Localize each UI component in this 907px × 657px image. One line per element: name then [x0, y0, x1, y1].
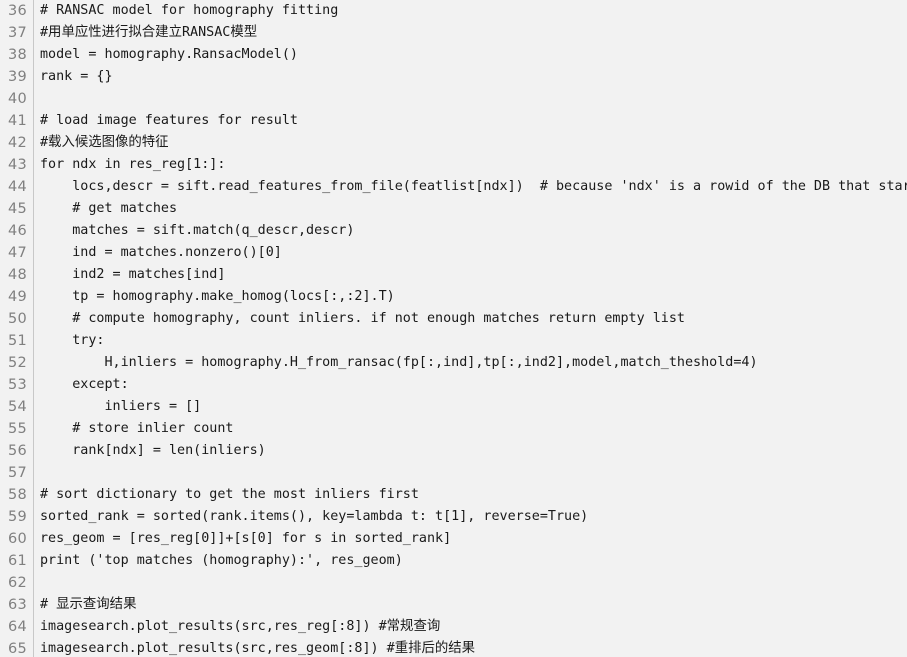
code-line[interactable]: 58 # sort dictionary to get the most inli… [0, 484, 907, 506]
line-number: 46 [7, 223, 27, 239]
line-number: 43 [7, 157, 27, 173]
code-lines-container: 36 # RANSAC model for homography fitting 3… [0, 0, 907, 657]
line-content[interactable]: # get matches [40, 198, 177, 220]
line-number: 59 [7, 509, 27, 525]
line-content[interactable]: rank = {} [40, 66, 113, 88]
code-line[interactable]: 49 tp = homography.make_homog(locs[:,:2]… [0, 286, 907, 308]
line-number: 55 [7, 421, 27, 437]
line-number: 45 [7, 201, 27, 217]
line-number: 63 [7, 597, 27, 613]
line-content[interactable]: imagesearch.plot_results(src,res_geom[:8… [40, 638, 475, 657]
line-number: 62 [7, 575, 27, 591]
line-number: 56 [7, 443, 27, 459]
line-content[interactable]: #载入候选图像的特征 [40, 132, 169, 154]
code-line[interactable]: 38 model = homography.RansacModel() [0, 44, 907, 66]
code-line[interactable]: 64 imagesearch.plot_results(src,res_reg[:… [0, 616, 907, 638]
line-number: 37 [7, 25, 27, 41]
code-line[interactable]: 44 locs,descr = sift.read_features_from_… [0, 176, 907, 198]
line-number: 60 [7, 531, 27, 547]
line-content[interactable]: # sort dictionary to get the most inlier… [40, 484, 419, 506]
line-number: 50 [7, 311, 27, 327]
line-content[interactable]: ind2 = matches[ind] [40, 264, 225, 286]
line-content[interactable]: ind = matches.nonzero()[0] [40, 242, 282, 264]
line-content[interactable]: print ('top matches (homography):', res_… [40, 550, 403, 572]
line-content[interactable]: matches = sift.match(q_descr,descr) [40, 220, 354, 242]
code-line[interactable]: 51 try: [0, 330, 907, 352]
code-line[interactable]: 65 imagesearch.plot_results(src,res_geom[… [0, 638, 907, 657]
line-content[interactable]: H,inliers = homography.H_from_ransac(fp[… [40, 352, 757, 374]
line-content[interactable]: # compute homography, count inliers. if … [40, 308, 685, 330]
line-number: 53 [7, 377, 27, 393]
line-number: 52 [7, 355, 27, 371]
line-number: 58 [7, 487, 27, 503]
code-line[interactable]: 47 ind = matches.nonzero()[0] [0, 242, 907, 264]
code-line[interactable]: 48 ind2 = matches[ind] [0, 264, 907, 286]
line-content[interactable]: try: [40, 330, 104, 352]
line-number: 48 [7, 267, 27, 283]
line-number: 51 [7, 333, 27, 349]
code-line[interactable]: 52 H,inliers = homography.H_from_ransac(… [0, 352, 907, 374]
line-content[interactable]: except: [40, 374, 128, 396]
code-line[interactable]: 40 [0, 88, 907, 110]
line-number: 38 [7, 47, 27, 63]
code-line[interactable]: 55 # store inlier count [0, 418, 907, 440]
gutter-separator [33, 0, 34, 657]
code-line[interactable]: 59 sorted_rank = sorted(rank.items(), key… [0, 506, 907, 528]
line-number: 39 [7, 69, 27, 85]
code-line[interactable]: 57 [0, 462, 907, 484]
line-content[interactable]: # 显示查询结果 [40, 594, 136, 616]
code-line[interactable]: 50 # compute homography, count inliers. … [0, 308, 907, 330]
code-line[interactable]: 43 for ndx in res_reg[1:]: [0, 154, 907, 176]
code-line[interactable]: 61 print ('top matches (homography):', re… [0, 550, 907, 572]
line-number: 44 [7, 179, 27, 195]
line-content[interactable]: for ndx in res_reg[1:]: [40, 154, 225, 176]
code-line[interactable]: 41 # load image features for result [0, 110, 907, 132]
code-line[interactable]: 53 except: [0, 374, 907, 396]
line-number: 40 [7, 91, 27, 107]
line-number: 64 [7, 619, 27, 635]
line-content[interactable]: # load image features for result [40, 110, 298, 132]
line-number: 57 [7, 465, 27, 481]
line-content[interactable]: rank[ndx] = len(inliers) [40, 440, 266, 462]
line-number: 54 [7, 399, 27, 415]
line-content[interactable]: locs,descr = sift.read_features_from_fil… [40, 176, 907, 198]
line-content[interactable]: res_geom = [res_reg[0]]+[s[0] for s in s… [40, 528, 451, 550]
code-editor[interactable]: 36 # RANSAC model for homography fitting 3… [0, 0, 907, 657]
code-line[interactable]: 36 # RANSAC model for homography fitting [0, 0, 907, 22]
code-line[interactable]: 62 [0, 572, 907, 594]
line-content[interactable]: inliers = [] [40, 396, 201, 418]
code-line[interactable]: 39 rank = {} [0, 66, 907, 88]
line-number: 47 [7, 245, 27, 261]
code-line[interactable]: 60 res_geom = [res_reg[0]]+[s[0] for s in… [0, 528, 907, 550]
line-number: 41 [7, 113, 27, 129]
line-number: 36 [7, 3, 27, 19]
line-number: 65 [7, 641, 27, 657]
line-content[interactable]: sorted_rank = sorted(rank.items(), key=l… [40, 506, 588, 528]
line-number: 49 [7, 289, 27, 305]
code-line[interactable]: 63 # 显示查询结果 [0, 594, 907, 616]
code-line[interactable]: 56 rank[ndx] = len(inliers) [0, 440, 907, 462]
line-content[interactable]: tp = homography.make_homog(locs[:,:2].T) [40, 286, 395, 308]
code-line[interactable]: 54 inliers = [] [0, 396, 907, 418]
line-number: 61 [7, 553, 27, 569]
code-line[interactable]: 46 matches = sift.match(q_descr,descr) [0, 220, 907, 242]
line-number: 42 [7, 135, 27, 151]
line-content[interactable]: #用单应性进行拟合建立RANSAC模型 [40, 22, 257, 44]
code-line[interactable]: 42 #载入候选图像的特征 [0, 132, 907, 154]
code-line[interactable]: 37 #用单应性进行拟合建立RANSAC模型 [0, 22, 907, 44]
line-content[interactable]: imagesearch.plot_results(src,res_reg[:8]… [40, 616, 440, 638]
code-line[interactable]: 45 # get matches [0, 198, 907, 220]
line-content[interactable]: # store inlier count [40, 418, 233, 440]
line-content[interactable]: # RANSAC model for homography fitting [40, 0, 338, 22]
line-content[interactable]: model = homography.RansacModel() [40, 44, 298, 66]
